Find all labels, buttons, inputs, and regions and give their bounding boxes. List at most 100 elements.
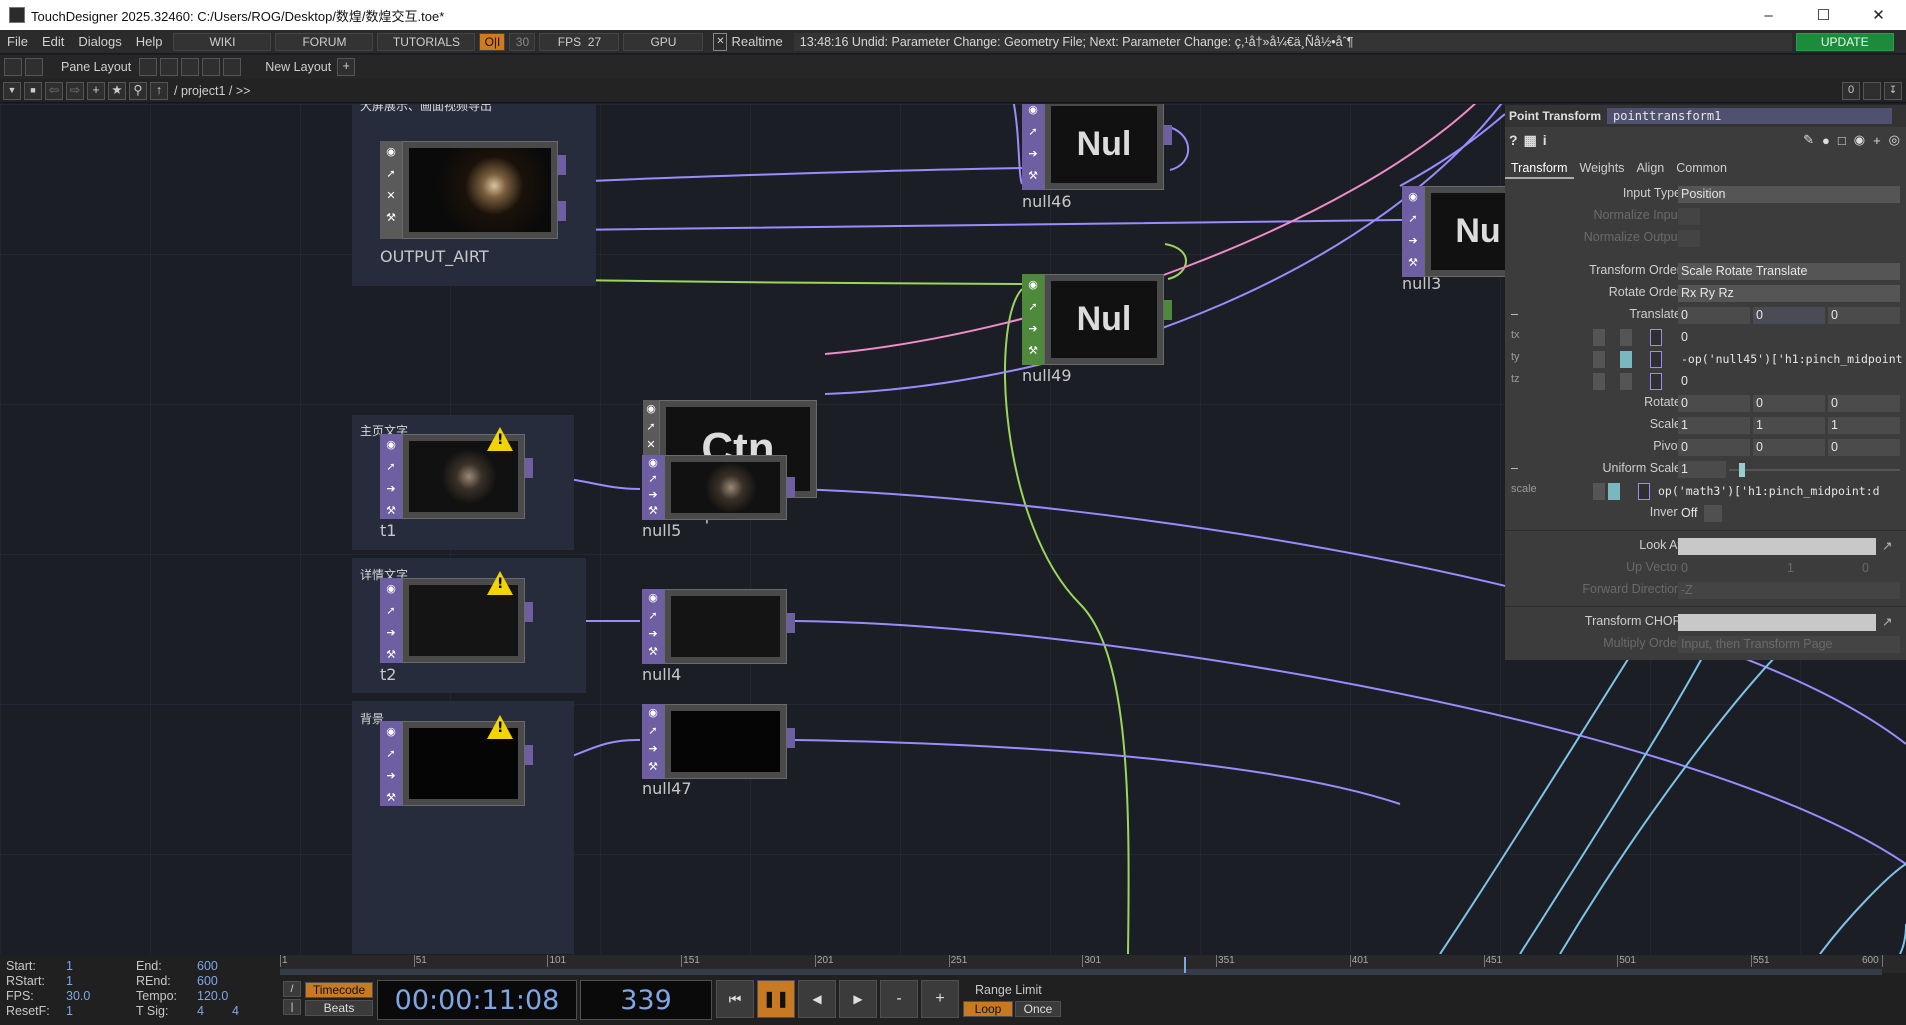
gpu-button[interactable]: GPU	[623, 32, 704, 51]
update-button[interactable]: UPDATE	[1795, 32, 1894, 51]
start-value[interactable]: 1	[66, 959, 73, 973]
transform-chop-picker-icon[interactable]: ↗	[1882, 614, 1892, 629]
target-icon[interactable]: ◎	[1889, 132, 1900, 148]
add-layout-button[interactable]: +	[337, 58, 356, 76]
up-vector-z[interactable]: 0	[1828, 560, 1900, 577]
comment-icon[interactable]: ●	[1822, 133, 1830, 148]
play-button[interactable]: ▶	[839, 980, 877, 1018]
pane-maximize-icon[interactable]	[1863, 81, 1881, 100]
ty-expr-toggle[interactable]	[1620, 351, 1632, 368]
pane-menu-icon[interactable]: ▼	[3, 81, 21, 100]
python-help-icon[interactable]: ▦	[1524, 132, 1537, 149]
search-icon[interactable]: ⚲	[129, 81, 147, 100]
pane-icon-1[interactable]	[4, 58, 22, 76]
close-op-icon[interactable]: ✕	[380, 185, 402, 207]
invert-toggle[interactable]	[1704, 505, 1722, 522]
warning-icon[interactable]: !	[487, 427, 513, 451]
tz-mode-icon[interactable]	[1593, 373, 1605, 390]
transform-order-dropdown[interactable]: Scale Rotate Translate	[1678, 263, 1900, 280]
step-minus-button[interactable]: -	[880, 980, 918, 1018]
go-to-start-button[interactable]: ⏮	[716, 980, 754, 1018]
viewer-icon[interactable]: ◉	[380, 434, 402, 456]
arrow-icon[interactable]: ➔	[1402, 230, 1424, 252]
rstart-value[interactable]: 1	[66, 974, 73, 988]
viewer-icon[interactable]: ◉	[643, 400, 659, 418]
wrench-icon[interactable]: ⚒	[1022, 165, 1044, 187]
once-button[interactable]: Once	[1015, 1001, 1061, 1017]
input-type-dropdown[interactable]: Position	[1678, 186, 1900, 203]
pin-icon[interactable]: /	[283, 981, 301, 997]
oi-toggle[interactable]: O|I	[479, 32, 506, 51]
viewer-icon[interactable]: ◉	[1402, 186, 1424, 208]
normalize-input-toggle[interactable]	[1678, 208, 1700, 225]
translate-z[interactable]: 0	[1828, 307, 1900, 324]
op-name-output-airt[interactable]: OUTPUT_AIRT	[380, 247, 566, 266]
bypass-icon[interactable]: ➚	[1022, 296, 1044, 318]
add-icon[interactable]: +	[1873, 133, 1881, 148]
rotate-y[interactable]: 0	[1753, 395, 1825, 412]
arrow-icon[interactable]: ➔	[380, 765, 402, 787]
op-name-null46[interactable]: null46	[1022, 192, 1172, 211]
pane-split-icon[interactable]: ↧	[1884, 81, 1902, 100]
op-name-t2[interactable]: t2	[380, 665, 533, 684]
scale-x[interactable]: 1	[1678, 417, 1750, 434]
ty-mode-icon[interactable]	[1593, 351, 1605, 368]
forward-direction-dropdown[interactable]: -Z	[1678, 582, 1900, 599]
viewer-icon[interactable]: ◉	[642, 455, 664, 471]
menu-help[interactable]: Help	[129, 34, 170, 49]
ty-export-toggle[interactable]	[1650, 351, 1662, 368]
tx-expr-toggle[interactable]	[1620, 329, 1632, 346]
arrow-icon[interactable]: ➔	[380, 622, 402, 644]
viewer-icon[interactable]: ◉	[1022, 104, 1044, 121]
bypass-icon[interactable]: ➚	[1022, 121, 1044, 143]
translate-y[interactable]: 0	[1753, 307, 1825, 324]
wiki-button[interactable]: WIKI	[173, 32, 272, 51]
end-value[interactable]: 600	[197, 959, 218, 973]
tab-weights[interactable]: Weights	[1574, 157, 1631, 179]
layout-split-h[interactable]	[181, 58, 200, 76]
beats-mode-button[interactable]: Beats	[305, 1000, 373, 1016]
rotate-x[interactable]: 0	[1678, 395, 1750, 412]
bypass-icon[interactable]: ➚	[380, 456, 402, 478]
output-port[interactable]	[525, 458, 533, 478]
scale-z[interactable]: 1	[1828, 417, 1900, 434]
playhead[interactable]	[1183, 957, 1186, 973]
rotate-order-dropdown[interactable]: Rx Ry Rz	[1678, 285, 1900, 302]
bookmark-icon[interactable]: □	[1838, 133, 1846, 148]
tx-field[interactable]: 0	[1678, 329, 1900, 346]
wrench-icon[interactable]: ⚒	[380, 207, 402, 229]
output-port[interactable]	[525, 745, 533, 765]
minimize-button[interactable]: –	[1741, 0, 1796, 30]
output-port[interactable]	[787, 613, 795, 633]
bypass-icon[interactable]: ➚	[643, 418, 659, 436]
scale-mode-icon[interactable]	[1593, 483, 1605, 500]
menu-edit[interactable]: Edit	[35, 34, 71, 49]
viewer-icon[interactable]: ◉	[642, 589, 664, 607]
op-null49[interactable]: ◉ ➚ ➔ ⚒ Nul	[1022, 274, 1172, 365]
output-port[interactable]	[558, 155, 566, 175]
tab-transform[interactable]: Transform	[1505, 157, 1574, 179]
rend-value[interactable]: 600	[197, 974, 218, 988]
scale-expression[interactable]: op('math3')['h1:pinch_midpoint:d	[1655, 483, 1906, 500]
output-port[interactable]	[787, 477, 795, 497]
tsig-denominator[interactable]: 4	[232, 1004, 239, 1018]
tutorials-button[interactable]: TUTORIALS	[377, 32, 476, 51]
layout-split-v[interactable]	[160, 58, 179, 76]
op-name-null5[interactable]: null5	[642, 521, 795, 540]
tz-expr-toggle[interactable]	[1620, 373, 1632, 390]
up-vector-x[interactable]: 0	[1678, 560, 1750, 577]
resetf-value[interactable]: 1	[66, 1004, 73, 1018]
pane-icon-2[interactable]	[25, 58, 43, 76]
frame-display[interactable]: 339	[580, 980, 712, 1020]
tx-mode-icon[interactable]	[1593, 329, 1605, 346]
wrench-icon[interactable]: ⚒	[1022, 340, 1044, 362]
pivot-z[interactable]: 0	[1828, 439, 1900, 456]
maximize-button[interactable]: ☐	[1796, 0, 1851, 30]
op-name-null49[interactable]: null49	[1022, 366, 1172, 385]
timecode-mode-button[interactable]: Timecode	[305, 982, 373, 998]
bypass-icon[interactable]: ➚	[1402, 208, 1424, 230]
up-vector-y[interactable]: 1	[1753, 560, 1825, 577]
arrow-icon[interactable]: ➔	[642, 487, 664, 503]
menu-file[interactable]: File	[0, 34, 35, 49]
look-at-field[interactable]	[1678, 538, 1876, 555]
